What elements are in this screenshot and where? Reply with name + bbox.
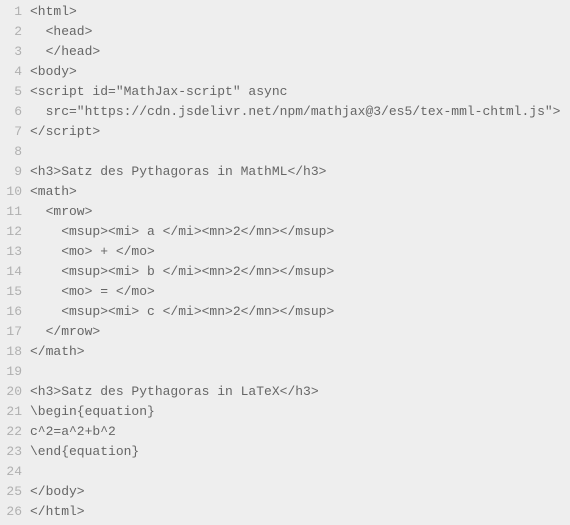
- code-line: <h3>Satz des Pythagoras in LaTeX</h3>: [30, 382, 570, 402]
- line-number: 15: [0, 282, 22, 302]
- code-line: \begin{equation}: [30, 402, 570, 422]
- code-line: </html>: [30, 502, 570, 522]
- line-number: 17: [0, 322, 22, 342]
- line-number: 5: [0, 82, 22, 102]
- line-number: 3: [0, 42, 22, 62]
- code-line: <math>: [30, 182, 570, 202]
- gutter: 1234567891011121314151617181920212223242…: [0, 2, 30, 522]
- line-number: 20: [0, 382, 22, 402]
- code-line: c^2=a^2+b^2: [30, 422, 570, 442]
- code-line: <msup><mi> a </mi><mn>2</mn></msup>: [30, 222, 570, 242]
- line-number: 19: [0, 362, 22, 382]
- code-line: </body>: [30, 482, 570, 502]
- code-line: <h3>Satz des Pythagoras in MathML</h3>: [30, 162, 570, 182]
- code-line: </mrow>: [30, 322, 570, 342]
- line-number: 24: [0, 462, 22, 482]
- line-number: 6: [0, 102, 22, 122]
- code-line: <script id="MathJax-script" async: [30, 82, 570, 102]
- line-number: 9: [0, 162, 22, 182]
- line-number: 14: [0, 262, 22, 282]
- code-line: [30, 462, 570, 482]
- line-number: 2: [0, 22, 22, 42]
- line-number: 8: [0, 142, 22, 162]
- line-number: 26: [0, 502, 22, 522]
- line-number: 4: [0, 62, 22, 82]
- line-number: 7: [0, 122, 22, 142]
- line-number: 23: [0, 442, 22, 462]
- code-line: <head>: [30, 22, 570, 42]
- code-line: [30, 142, 570, 162]
- code-line: <msup><mi> c </mi><mn>2</mn></msup>: [30, 302, 570, 322]
- line-number: 1: [0, 2, 22, 22]
- code-line: <mo> + </mo>: [30, 242, 570, 262]
- code-line: <body>: [30, 62, 570, 82]
- line-number: 13: [0, 242, 22, 262]
- code-line: </script>: [30, 122, 570, 142]
- line-number: 11: [0, 202, 22, 222]
- code-line: <html>: [30, 2, 570, 22]
- code-line: [30, 362, 570, 382]
- code-line: </head>: [30, 42, 570, 62]
- line-number: 18: [0, 342, 22, 362]
- code-line: <mo> = </mo>: [30, 282, 570, 302]
- code-line: <msup><mi> b </mi><mn>2</mn></msup>: [30, 262, 570, 282]
- code-line: src="https://cdn.jsdelivr.net/npm/mathja…: [30, 102, 570, 122]
- line-number: 22: [0, 422, 22, 442]
- code-line: <mrow>: [30, 202, 570, 222]
- line-number: 16: [0, 302, 22, 322]
- line-number: 21: [0, 402, 22, 422]
- line-number: 10: [0, 182, 22, 202]
- line-number: 25: [0, 482, 22, 502]
- code-line: \end{equation}: [30, 442, 570, 462]
- line-number: 12: [0, 222, 22, 242]
- code-block: 1234567891011121314151617181920212223242…: [0, 2, 570, 522]
- code-line: </math>: [30, 342, 570, 362]
- code-lines: <html> <head> </head><body><script id="M…: [30, 2, 570, 522]
